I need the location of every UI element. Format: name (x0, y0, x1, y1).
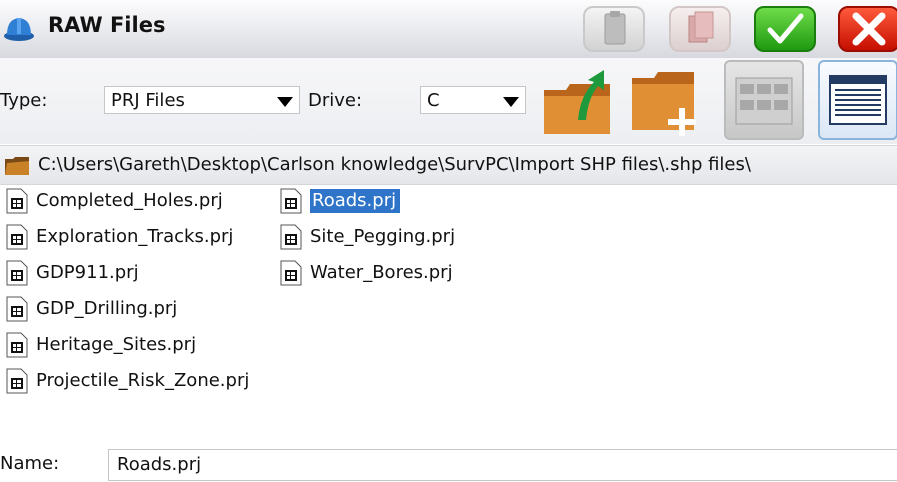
file-icon (280, 188, 302, 214)
drive-value: C (427, 90, 440, 111)
file-name: Completed_Holes.prj (36, 190, 223, 211)
title-bar: RAW Files (0, 0, 897, 58)
file-name: Exploration_Tracks.prj (36, 226, 234, 247)
file-icon (6, 296, 28, 322)
file-item[interactable]: Completed_Holes.prj (6, 186, 227, 216)
path-bar: C:\Users\Gareth\Desktop\Carlson knowledg… (0, 145, 897, 185)
copy-icon (604, 11, 626, 45)
hard-hat-icon (4, 18, 34, 41)
name-label: Name: (0, 453, 60, 474)
icon-view-icon (735, 77, 793, 125)
file-name: GDP_Drilling.prj (36, 298, 178, 319)
file-name: Projectile_Risk_Zone.prj (36, 370, 250, 391)
list-view-icon (829, 75, 887, 125)
filter-toolbar: Type: PRJ Files Drive: C (0, 58, 897, 144)
drive-dropdown[interactable]: C (420, 86, 526, 114)
cancel-button[interactable] (838, 6, 897, 52)
drive-label: Drive: (308, 90, 363, 111)
folder-icon (5, 157, 29, 175)
file-item[interactable]: Exploration_Tracks.prj (6, 222, 237, 252)
new-folder-button[interactable] (628, 60, 708, 140)
file-item[interactable]: Site_Pegging.prj (280, 222, 459, 252)
name-input[interactable]: Roads.prj (108, 449, 897, 481)
file-name: Roads.prj (310, 189, 401, 213)
paste-button[interactable] (669, 6, 731, 52)
file-icon (6, 224, 28, 250)
type-value: PRJ Files (111, 90, 185, 111)
name-value: Roads.prj (117, 454, 202, 475)
file-icon (6, 368, 28, 394)
file-item-selected[interactable]: Roads.prj (280, 186, 401, 216)
current-path: C:\Users\Gareth\Desktop\Carlson knowledg… (38, 154, 751, 175)
file-item[interactable]: GDP_Drilling.prj (6, 294, 181, 324)
file-item[interactable]: GDP911.prj (6, 258, 143, 288)
chevron-down-icon (503, 97, 519, 107)
new-folder-icon (632, 72, 696, 136)
chevron-down-icon (277, 97, 293, 107)
type-label: Type: (0, 90, 48, 111)
file-icon (6, 260, 28, 286)
paste-icon (688, 11, 714, 43)
file-name: Heritage_Sites.prj (36, 334, 197, 355)
file-item[interactable]: Projectile_Risk_Zone.prj (6, 366, 253, 396)
copy-button[interactable] (583, 6, 645, 52)
folder-up-button[interactable] (538, 60, 618, 140)
ok-button[interactable] (754, 6, 816, 52)
file-list: Completed_Holes.prj Exploration_Tracks.p… (0, 186, 897, 426)
list-view-button[interactable] (818, 60, 897, 140)
icon-view-button[interactable] (724, 60, 804, 140)
file-name: Water_Bores.prj (310, 262, 453, 283)
close-icon (852, 12, 886, 46)
file-name: Site_Pegging.prj (310, 226, 456, 247)
window-title: RAW Files (48, 13, 166, 37)
file-item[interactable]: Water_Bores.prj (280, 258, 457, 288)
file-icon (6, 332, 28, 358)
checkmark-icon (767, 13, 804, 44)
file-name: GDP911.prj (36, 262, 139, 283)
name-row: Name: Roads.prj (0, 445, 897, 482)
file-item[interactable]: Heritage_Sites.prj (6, 330, 200, 360)
file-icon (6, 188, 28, 214)
folder-up-icon (544, 70, 610, 134)
type-dropdown[interactable]: PRJ Files (104, 86, 300, 114)
file-icon (280, 224, 302, 250)
file-icon (280, 260, 302, 286)
